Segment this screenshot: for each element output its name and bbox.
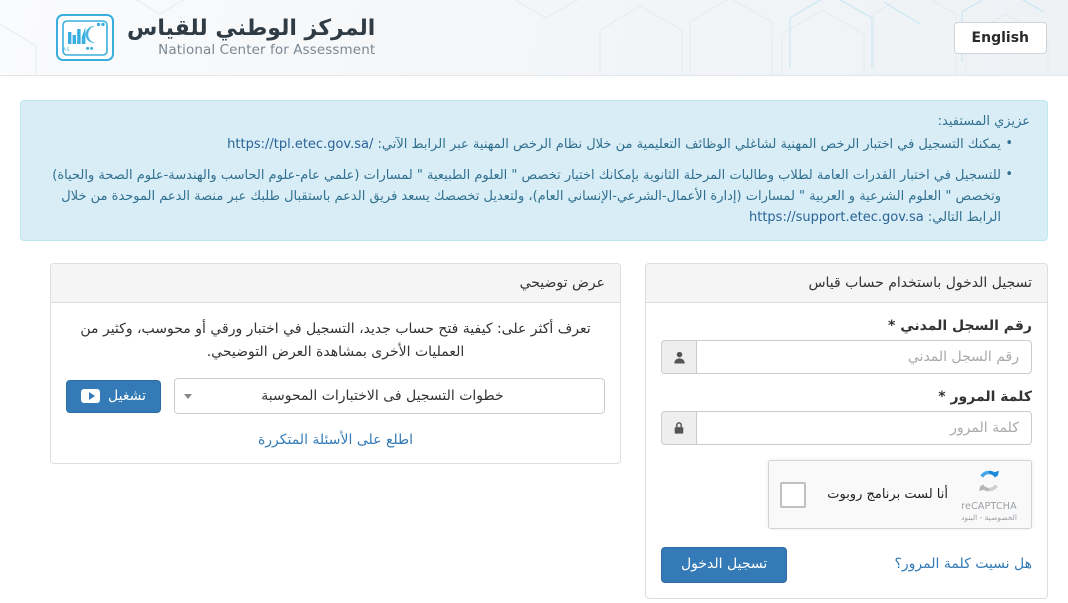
demo-description: تعرف أكثر على: كيفية فتح حساب جديد، التس… — [80, 321, 591, 361]
qiyas-logo-icon: QIYAS — [56, 14, 114, 61]
login-submit-button[interactable]: تسجيل الدخول — [661, 547, 788, 583]
demo-controls: تشغيل خطوات التسجيل فى الاختبارات المحوس… — [66, 378, 605, 415]
password-field-group: كلمة المرور * — [661, 389, 1032, 446]
recaptcha-branding: reCAPTCHA الخصوصية - البنود — [958, 467, 1020, 522]
demo-select-value: خطوات التسجيل فى الاختبارات المحوسبة — [261, 388, 504, 405]
civil-id-input-row — [661, 340, 1032, 375]
panels-row: تسجيل الدخول باستخدام حساب قياس رقم السج… — [20, 263, 1048, 599]
recaptcha-checkbox[interactable] — [780, 481, 806, 508]
user-notice-banner: عزيزي المستفيد: يمكنك التسجيل في اختبار … — [20, 100, 1048, 242]
user-icon — [661, 340, 696, 375]
demo-video-select[interactable]: خطوات التسجيل فى الاختبارات المحوسبة — [173, 378, 605, 415]
brand-logo-group: المركز الوطني للقياس National Center for… — [56, 14, 375, 61]
professional-license-link[interactable]: https://tpl.etec.gov.sa/ — [227, 137, 373, 152]
recaptcha-label: أنا لست برنامج روبوت — [827, 487, 948, 503]
notice-list: يمكنك التسجيل في اختبار الرخص المهنية لش… — [38, 133, 1030, 228]
password-input[interactable] — [696, 411, 1032, 446]
language-toggle-button[interactable]: English — [953, 21, 1047, 54]
password-label: كلمة المرور * — [938, 389, 1032, 406]
site-header: English المركز الوطني للقياس National Ce… — [0, 0, 1068, 76]
faq-link[interactable]: اطلع على الأسئلة المتكررة — [66, 432, 605, 448]
brand-text: المركز الوطني للقياس National Center for… — [127, 16, 375, 59]
recaptcha-terms-text: الخصوصية - البنود — [961, 513, 1017, 523]
demo-panel-body: تعرف أكثر على: كيفية فتح حساب جديد، التس… — [51, 303, 620, 463]
play-button-label: تشغيل — [108, 387, 146, 404]
password-input-row — [661, 411, 1032, 446]
login-panel-body: رقم السجل المدني * كلمة المرور * — [646, 303, 1047, 597]
login-footer: هل نسيت كلمة المرور؟ تسجيل الدخول — [661, 547, 1032, 583]
support-platform-link[interactable]: https://support.etec.gov.sa — [749, 210, 924, 225]
civil-id-label: رقم السجل المدني * — [888, 318, 1032, 335]
chevron-down-icon — [183, 393, 192, 399]
recaptcha-icon — [979, 470, 999, 492]
notice-item: للتسجيل في اختبار القدرات العامة لطلاب و… — [38, 164, 1013, 228]
brand-name-english: National Center for Assessment — [158, 42, 376, 59]
notice-item: يمكنك التسجيل في اختبار الرخص المهنية لش… — [38, 133, 1013, 155]
demo-panel: عرض توضيحي تعرف أكثر على: كيفية فتح حساب… — [50, 263, 621, 465]
forgot-password-link[interactable]: هل نسيت كلمة المرور؟ — [894, 547, 1032, 572]
civil-id-field-group: رقم السجل المدني * — [661, 318, 1032, 375]
svg-text:QIYAS: QIYAS — [62, 47, 70, 53]
civil-id-input[interactable] — [696, 340, 1032, 375]
page-content: عزيزي المستفيد: يمكنك التسجيل في اختبار … — [0, 100, 1068, 599]
notice-lead-text: عزيزي المستفيد: — [937, 114, 1030, 129]
recaptcha-widget: أنا لست برنامج روبوت reCAPTCHA الخصوصية … — [768, 460, 1032, 530]
play-demo-button[interactable]: تشغيل — [66, 379, 161, 414]
youtube-play-icon — [81, 389, 100, 404]
recaptcha-brand-name: reCAPTCHA — [961, 501, 1017, 513]
login-panel-heading: تسجيل الدخول باستخدام حساب قياس — [646, 264, 1047, 304]
lock-icon — [661, 411, 696, 446]
notice-item-text: يمكنك التسجيل في اختبار الرخص المهنية لش… — [377, 137, 1002, 153]
brand-name-arabic: المركز الوطني للقياس — [127, 16, 376, 42]
demo-panel-heading: عرض توضيحي — [51, 264, 620, 304]
login-panel: تسجيل الدخول باستخدام حساب قياس رقم السج… — [645, 263, 1048, 599]
